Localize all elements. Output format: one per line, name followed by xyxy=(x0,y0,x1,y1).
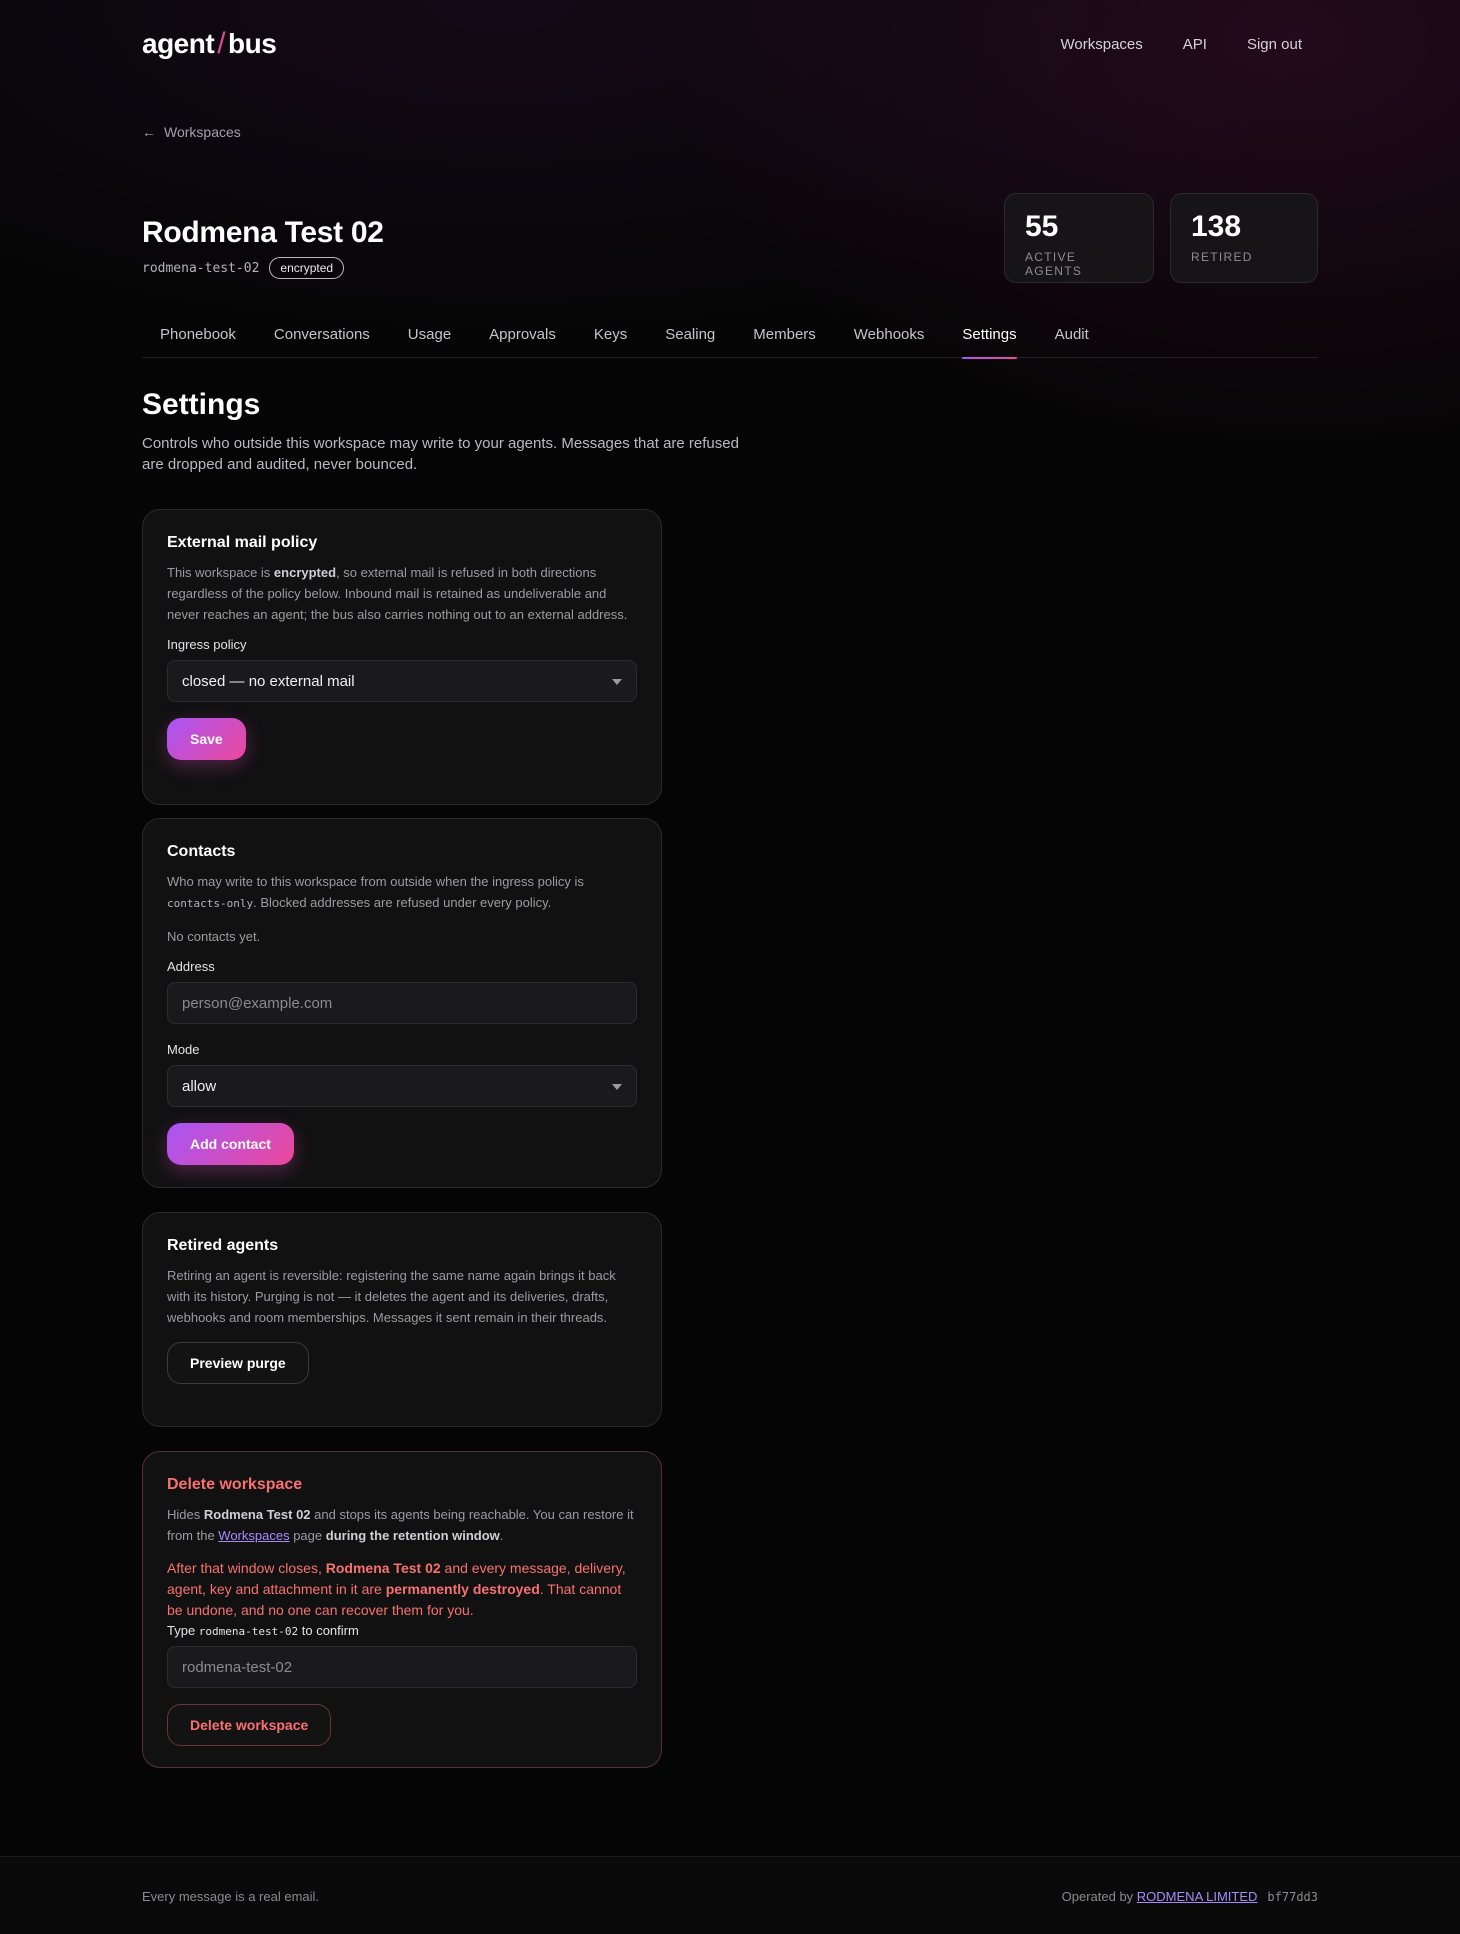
help-code: contacts-only xyxy=(167,897,254,910)
card-help: Hides Rodmena Test 02 and stops its agen… xyxy=(167,1504,637,1546)
tab-webhooks[interactable]: Webhooks xyxy=(836,320,945,358)
help-bold: Rodmena Test 02 xyxy=(203,1507,311,1522)
tab-keys[interactable]: Keys xyxy=(576,320,647,358)
logo[interactable]: agent / bus xyxy=(142,27,277,61)
select-value: closed — no external mail xyxy=(182,672,355,690)
help-text: Who may write to this workspace from out… xyxy=(167,874,584,889)
external-mail-card: External mail policy This workspace is e… xyxy=(142,509,662,805)
workspace-slug: rodmena-test-02 xyxy=(142,260,260,276)
stat-value: 55 xyxy=(1025,210,1059,243)
tab-conversations[interactable]: Conversations xyxy=(256,320,390,358)
arrow-left-icon: ← xyxy=(142,124,156,140)
tab-usage[interactable]: Usage xyxy=(390,320,471,358)
card-title: External mail policy xyxy=(167,534,318,551)
help-text: This workspace is xyxy=(167,565,274,580)
logo-separator: / xyxy=(217,27,226,60)
ingress-policy-select[interactable]: closed — no external mail xyxy=(167,660,637,702)
page-title: Settings xyxy=(142,388,261,421)
delete-workspace-button[interactable]: Delete workspace xyxy=(167,1704,332,1746)
top-nav: Workspaces API Sign out xyxy=(1061,36,1303,53)
tab-sealing[interactable]: Sealing xyxy=(647,320,735,358)
preview-purge-button[interactable]: Preview purge xyxy=(167,1342,309,1384)
warn-bold: Rodmena Test 02 xyxy=(325,1560,441,1576)
workspace-meta: rodmena-test-02 encrypted xyxy=(142,257,345,279)
logo-text-bus: bus xyxy=(228,28,277,59)
workspace-title: Rodmena Test 02 xyxy=(142,216,384,249)
logo-text-agent: agent xyxy=(142,28,215,59)
tab-phonebook[interactable]: Phonebook xyxy=(142,320,256,358)
card-help: Who may write to this workspace from out… xyxy=(167,871,637,914)
workspace-tabs: Phonebook Conversations Usage Approvals … xyxy=(142,320,1318,359)
help-text: . xyxy=(499,1528,504,1543)
operated-by-text: Operated by xyxy=(1061,1889,1134,1904)
stat-retired: 138 RETIRED xyxy=(1170,193,1318,283)
status-badge: encrypted xyxy=(269,257,345,279)
stat-label: ACTIVE AGENTS xyxy=(1025,250,1083,278)
card-title: Contacts xyxy=(167,843,236,860)
danger-warning: After that window closes, Rodmena Test 0… xyxy=(167,1558,637,1621)
address-label: Address xyxy=(167,959,215,974)
mode-label: Mode xyxy=(167,1042,200,1057)
mode-select[interactable]: allow xyxy=(167,1065,637,1107)
nav-sign-out[interactable]: Sign out xyxy=(1247,36,1302,53)
confirm-code: rodmena-test-02 xyxy=(198,1625,299,1638)
confirm-input[interactable]: rodmena-test-02 xyxy=(167,1646,637,1688)
address-input[interactable]: person@example.com xyxy=(167,982,637,1024)
nav-api[interactable]: API xyxy=(1183,36,1207,53)
warn-bold: permanently destroyed xyxy=(385,1581,540,1597)
confirm-text: to confirm xyxy=(298,1623,359,1638)
input-placeholder: rodmena-test-02 xyxy=(182,1658,293,1676)
chevron-down-icon xyxy=(612,1084,622,1090)
input-placeholder: person@example.com xyxy=(182,994,333,1012)
stat-value: 138 xyxy=(1191,210,1242,243)
top-bar: agent / bus Workspaces API Sign out xyxy=(142,24,1318,64)
card-title: Delete workspace xyxy=(167,1476,303,1493)
retired-agents-card: Retired agents Retiring an agent is reve… xyxy=(142,1212,662,1427)
chevron-down-icon xyxy=(612,679,622,685)
help-text: page xyxy=(289,1528,326,1543)
footer-operated-by: Operated by RODMENA LIMITED xyxy=(1062,1889,1258,1904)
card-title: Retired agents xyxy=(167,1237,279,1254)
company-link[interactable]: RODMENA LIMITED xyxy=(1137,1889,1258,1904)
tab-settings[interactable]: Settings xyxy=(944,320,1036,359)
help-bold: encrypted xyxy=(273,565,337,580)
nav-workspaces[interactable]: Workspaces xyxy=(1061,36,1143,53)
help-text: . Blocked addresses are refused under ev… xyxy=(253,895,552,910)
card-help: This workspace is encrypted, so external… xyxy=(167,562,637,625)
confirm-label: Type rodmena-test-02 to confirm xyxy=(167,1623,637,1638)
help-text: Hides xyxy=(167,1507,204,1522)
stat-label: RETIRED xyxy=(1191,250,1253,264)
save-button[interactable]: Save xyxy=(167,718,246,760)
card-help: Retiring an agent is reversible: registe… xyxy=(167,1268,616,1325)
back-link[interactable]: ← Workspaces xyxy=(142,124,241,140)
contacts-empty: No contacts yet. xyxy=(167,929,261,944)
footer-tagline: Every message is a real email. xyxy=(142,1889,320,1904)
confirm-text: Type xyxy=(167,1623,199,1638)
footer: Every message is a real email. Operated … xyxy=(0,1856,1460,1934)
tab-members[interactable]: Members xyxy=(735,320,836,358)
back-link-label: Workspaces xyxy=(164,124,241,140)
help-bold: during the retention window xyxy=(325,1528,500,1543)
contacts-card: Contacts Who may write to this workspace… xyxy=(142,818,662,1188)
tab-audit[interactable]: Audit xyxy=(1037,320,1109,358)
ingress-policy-label: Ingress policy xyxy=(167,637,247,652)
footer-right: Operated by RODMENA LIMITED bf77dd3 xyxy=(1062,1889,1318,1904)
stat-active-agents: 55 ACTIVE AGENTS xyxy=(1004,193,1154,283)
add-contact-button[interactable]: Add contact xyxy=(167,1123,294,1165)
workspaces-link[interactable]: Workspaces xyxy=(218,1528,289,1543)
select-value: allow xyxy=(182,1077,217,1095)
delete-workspace-card: Delete workspace Hides Rodmena Test 02 a… xyxy=(142,1451,662,1768)
page-description: Controls who outside this workspace may … xyxy=(142,435,739,473)
warn-text: After that window closes, xyxy=(167,1560,326,1576)
tab-approvals[interactable]: Approvals xyxy=(471,320,576,358)
build-hash: bf77dd3 xyxy=(1267,1889,1318,1904)
